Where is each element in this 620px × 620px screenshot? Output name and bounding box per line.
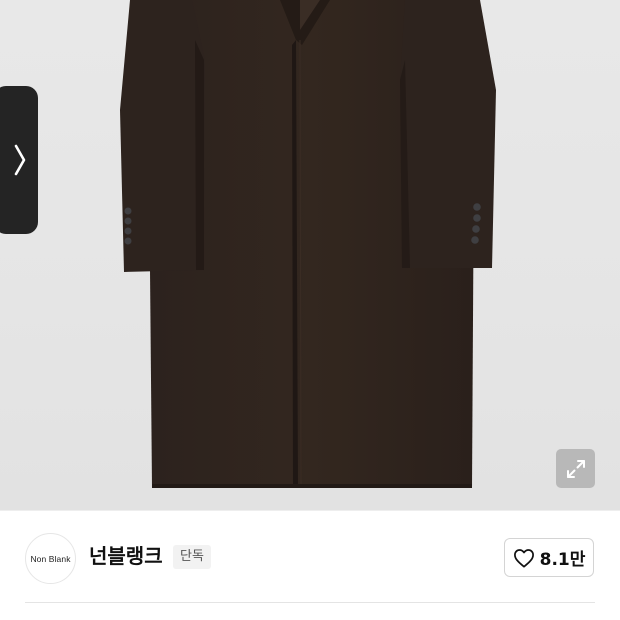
brand-row: Non Blank 넌블랭크 단독 8.1만: [0, 510, 620, 605]
like-button[interactable]: 8.1만: [504, 538, 594, 577]
exclusive-badge: 단독: [173, 545, 211, 569]
brand-logo[interactable]: Non Blank: [25, 533, 76, 584]
coat-illustration: [120, 0, 496, 488]
like-count: 8.1만: [539, 550, 586, 570]
expand-image-button[interactable]: [556, 449, 595, 488]
product-image[interactable]: [0, 0, 620, 510]
brand-name[interactable]: 넌블랭크: [89, 543, 163, 569]
image-nav-button[interactable]: [0, 86, 38, 234]
divider: [25, 602, 595, 603]
heart-outline-icon: [513, 548, 534, 567]
chevron-right-icon: [14, 144, 26, 176]
brand-logo-text: Non Blank: [30, 553, 71, 564]
expand-arrows-icon: [566, 459, 585, 478]
